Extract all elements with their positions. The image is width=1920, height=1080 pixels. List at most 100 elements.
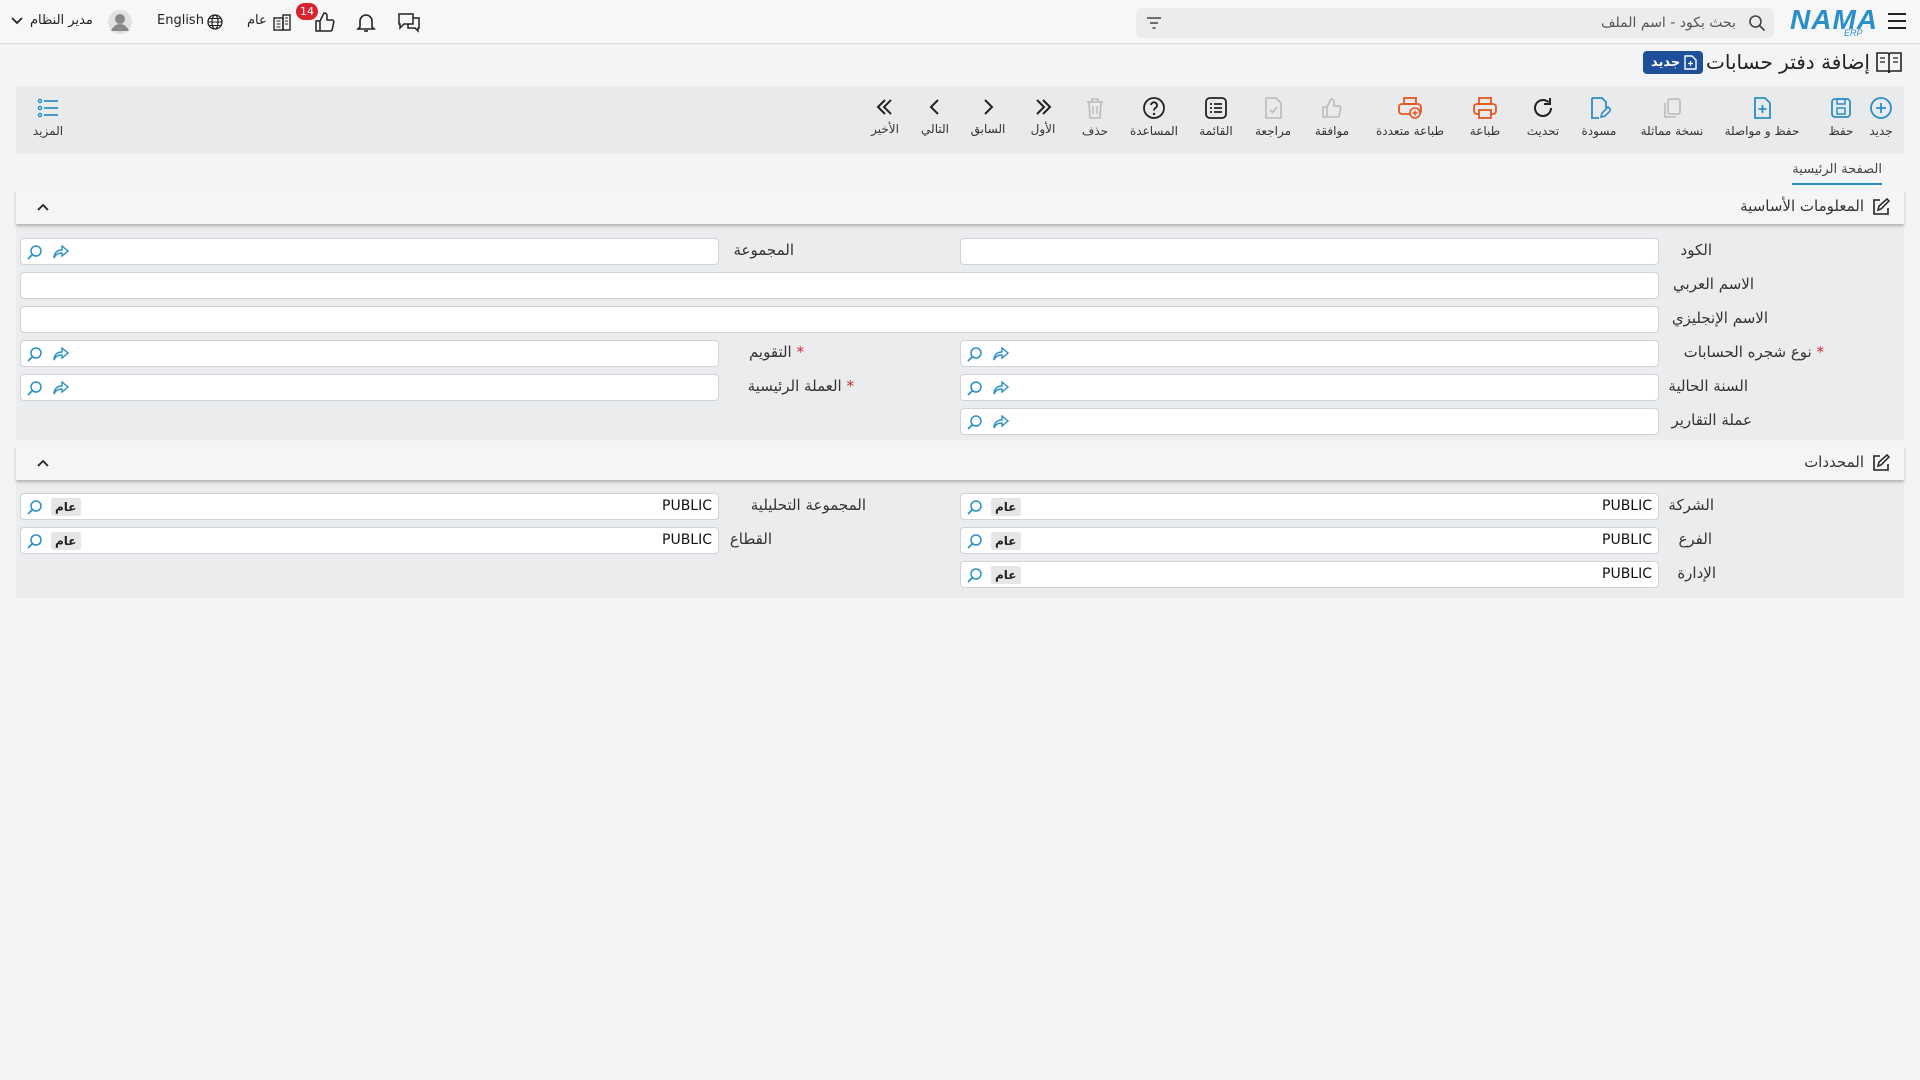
code-field[interactable]	[960, 238, 1659, 265]
code-label: الكود	[1680, 241, 1712, 259]
status-badge: جديد	[1643, 51, 1703, 74]
search-lookup-icon[interactable]	[967, 567, 983, 583]
help-button[interactable]: المساعدة	[1126, 96, 1182, 146]
search-box	[1136, 8, 1774, 38]
open-link-icon[interactable]	[53, 245, 69, 259]
list-button[interactable]: القائمة	[1194, 96, 1238, 146]
status-badge-label: جديد	[1651, 55, 1681, 70]
review-button[interactable]: مراجعة	[1250, 96, 1296, 146]
duplicate-button[interactable]: نسخة مماثلة	[1632, 96, 1712, 146]
report-currency-label: عملة التقارير	[1671, 411, 1752, 429]
calendar-field[interactable]	[20, 340, 719, 367]
bell-icon[interactable]	[355, 11, 377, 33]
chevron-up-icon[interactable]	[36, 456, 50, 470]
group-field[interactable]	[20, 238, 719, 265]
thumbs-up-icon	[1322, 98, 1342, 118]
chart-type-field[interactable]	[960, 340, 1659, 367]
open-link-icon[interactable]	[993, 415, 1009, 429]
basic-info-title: المعلومات الأساسية	[1740, 197, 1864, 215]
english-name-label: الاسم الإنجليزي	[1671, 309, 1768, 327]
save-button[interactable]: حفظ	[1822, 96, 1860, 146]
current-year-label: السنة الحالية	[1668, 377, 1748, 395]
search-lookup-icon[interactable]	[967, 499, 983, 515]
open-link-icon[interactable]	[993, 347, 1009, 361]
multi-print-button[interactable]: طباعة متعددة	[1370, 96, 1450, 146]
user-menu-chevron-icon[interactable]	[10, 14, 24, 28]
first-record-button[interactable]: الأول	[1024, 96, 1062, 146]
new-button[interactable]: جديد	[1862, 96, 1900, 146]
branch-field[interactable]: PUBLIC عام	[960, 527, 1659, 554]
building-icon[interactable]	[272, 12, 292, 32]
search-lookup-icon[interactable]	[27, 346, 43, 362]
english-name-field[interactable]	[20, 306, 1659, 333]
chevron-up-icon[interactable]	[36, 200, 50, 214]
basic-info-header[interactable]: المعلومات الأساسية	[16, 190, 1904, 224]
refresh-icon	[1534, 98, 1552, 117]
tab-home[interactable]: الصفحة الرئيسية	[1792, 162, 1882, 185]
analysis-group-field[interactable]: PUBLIC عام	[20, 493, 719, 520]
open-link-icon[interactable]	[53, 381, 69, 395]
chart-type-label: * نوع شجره الحسابات	[1683, 343, 1824, 361]
draft-button[interactable]: مسودة	[1578, 96, 1620, 146]
current-year-field[interactable]	[960, 374, 1659, 401]
main-currency-field[interactable]	[20, 374, 719, 401]
edit-icon	[1872, 454, 1890, 472]
tab-bar: الصفحة الرئيسية	[16, 154, 1904, 188]
filter-icon[interactable]	[1146, 15, 1162, 31]
nama-logo: NAMA ERP	[1790, 4, 1878, 38]
new-document-icon	[1684, 55, 1697, 70]
delete-button[interactable]: حذف	[1076, 96, 1114, 146]
list-icon	[1205, 97, 1227, 119]
save-continue-button[interactable]: حفظ و مواصلة	[1716, 96, 1808, 146]
user-name[interactable]: مدير النظام	[30, 13, 93, 28]
search-lookup-icon[interactable]	[967, 346, 983, 362]
last-record-button[interactable]: الأخير	[866, 96, 904, 146]
search-lookup-icon[interactable]	[967, 533, 983, 549]
sector-field[interactable]: PUBLIC عام	[20, 527, 719, 554]
action-toolbar: جديد حفظ حفظ و مواصلة نسخة مماثلة مسودة …	[16, 86, 1904, 154]
chevrons-right-icon	[1036, 99, 1052, 115]
printer-icon	[1473, 97, 1497, 119]
arabic-name-field[interactable]	[20, 272, 1659, 299]
arabic-name-label: الاسم العربي	[1673, 275, 1754, 293]
branch-label[interactable]: عام	[247, 13, 267, 28]
report-currency-field[interactable]	[960, 408, 1659, 435]
search-lookup-icon[interactable]	[27, 499, 43, 515]
previous-record-button[interactable]: السابق	[968, 96, 1008, 146]
branch-label-field: الفرع	[1678, 530, 1712, 548]
search-lookup-icon[interactable]	[27, 244, 43, 260]
sector-label: القطاع	[729, 530, 772, 548]
approve-button[interactable]: موافقة	[1308, 96, 1356, 146]
search-lookup-icon[interactable]	[27, 380, 43, 396]
plus-circle-icon	[1870, 97, 1892, 119]
more-button[interactable]: المزيد	[28, 96, 68, 146]
ledger-book-icon	[1875, 50, 1903, 76]
globe-icon[interactable]	[207, 14, 223, 30]
refresh-button[interactable]: تحديث	[1522, 96, 1564, 146]
language-switch[interactable]: English	[157, 13, 204, 28]
search-lookup-icon[interactable]	[27, 533, 43, 549]
likes-count-badge: 14	[296, 3, 318, 20]
more-list-icon	[37, 98, 58, 118]
department-field[interactable]: PUBLIC عام	[960, 561, 1659, 588]
chat-icon[interactable]	[397, 11, 421, 33]
hamburger-menu-icon[interactable]	[1886, 11, 1908, 31]
chevron-right-icon	[984, 99, 994, 115]
help-circle-icon	[1143, 97, 1165, 119]
top-bar: NAMA ERP مدير النظام English عام 14	[0, 0, 1920, 44]
search-input[interactable]	[1176, 8, 1736, 38]
dimensions-header[interactable]: المحددات	[16, 446, 1904, 480]
next-record-button[interactable]: التالي	[916, 96, 954, 146]
search-lookup-icon[interactable]	[967, 380, 983, 396]
save-icon	[1831, 98, 1851, 118]
search-lookup-icon[interactable]	[967, 414, 983, 430]
open-link-icon[interactable]	[993, 381, 1009, 395]
edit-icon	[1872, 198, 1890, 216]
company-field[interactable]: PUBLIC عام	[960, 493, 1659, 520]
open-link-icon[interactable]	[53, 347, 69, 361]
department-label: الإدارة	[1677, 564, 1716, 582]
avatar[interactable]	[107, 9, 133, 35]
dimensions-title: المحددات	[1804, 453, 1864, 471]
search-icon[interactable]	[1748, 14, 1766, 32]
print-button[interactable]: طباعة	[1464, 96, 1506, 146]
